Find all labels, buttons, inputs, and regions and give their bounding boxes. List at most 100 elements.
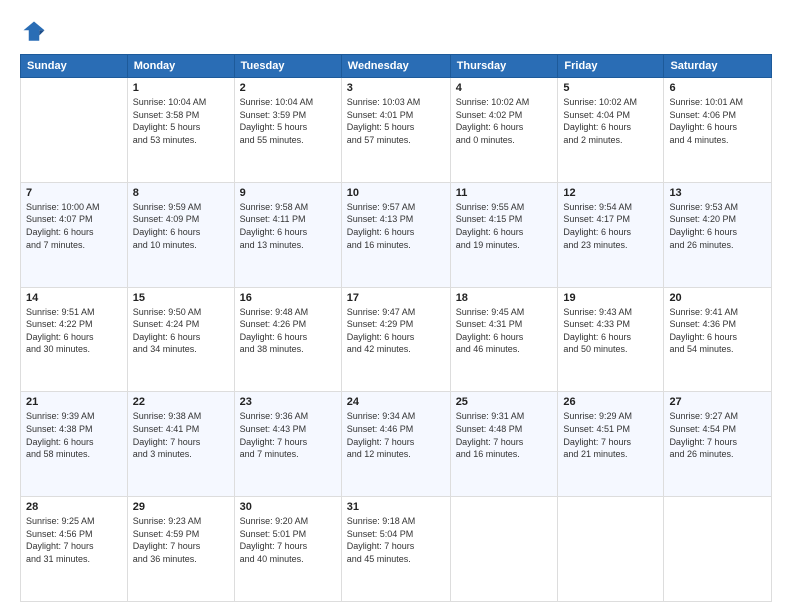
day-number: 14 (26, 292, 122, 304)
day-cell: 9 Sunrise: 9:58 AM Sunset: 4:11 PM Daylig… (234, 182, 341, 287)
day-number: 24 (347, 396, 445, 408)
day-number: 7 (26, 187, 122, 199)
day-number: 30 (240, 501, 336, 513)
day-info: Sunrise: 10:04 AM Sunset: 3:58 PM Daylig… (133, 96, 229, 146)
day-info: Sunrise: 9:47 AM Sunset: 4:29 PM Dayligh… (347, 306, 445, 356)
weekday-header-row: SundayMondayTuesdayWednesdayThursdayFrid… (21, 55, 772, 78)
day-cell: 28 Sunrise: 9:25 AM Sunset: 4:56 PM Dayli… (21, 497, 128, 602)
day-info: Sunrise: 9:53 AM Sunset: 4:20 PM Dayligh… (669, 201, 766, 251)
day-info: Sunrise: 10:04 AM Sunset: 3:59 PM Daylig… (240, 96, 336, 146)
day-number: 26 (563, 396, 658, 408)
day-info: Sunrise: 9:36 AM Sunset: 4:43 PM Dayligh… (240, 410, 336, 460)
day-info: Sunrise: 9:48 AM Sunset: 4:26 PM Dayligh… (240, 306, 336, 356)
day-info: Sunrise: 9:38 AM Sunset: 4:41 PM Dayligh… (133, 410, 229, 460)
day-number: 15 (133, 292, 229, 304)
week-row-5: 28 Sunrise: 9:25 AM Sunset: 4:56 PM Dayli… (21, 497, 772, 602)
day-info: Sunrise: 9:29 AM Sunset: 4:51 PM Dayligh… (563, 410, 658, 460)
calendar-page: SundayMondayTuesdayWednesdayThursdayFrid… (0, 0, 792, 612)
day-number: 22 (133, 396, 229, 408)
calendar-table: SundayMondayTuesdayWednesdayThursdayFrid… (20, 54, 772, 602)
day-info: Sunrise: 10:02 AM Sunset: 4:02 PM Daylig… (456, 96, 553, 146)
day-cell: 11 Sunrise: 9:55 AM Sunset: 4:15 PM Dayli… (450, 182, 558, 287)
day-cell: 3Sunrise: 10:03 AM Sunset: 4:01 PM Dayli… (341, 78, 450, 183)
day-number: 17 (347, 292, 445, 304)
day-cell: 2 Sunrise: 10:04 AM Sunset: 3:59 PM Dayli… (234, 78, 341, 183)
weekday-header-thursday: Thursday (450, 55, 558, 78)
day-cell: 4Sunrise: 10:02 AM Sunset: 4:02 PM Dayli… (450, 78, 558, 183)
week-row-1: 1 Sunrise: 10:04 AM Sunset: 3:58 PM Dayli… (21, 78, 772, 183)
day-info: Sunrise: 9:59 AM Sunset: 4:09 PM Dayligh… (133, 201, 229, 251)
day-number: 6 (669, 82, 766, 94)
day-cell: 8Sunrise: 9:59 AM Sunset: 4:09 PM Daylig… (127, 182, 234, 287)
day-number: 1 (133, 82, 229, 94)
day-number: 21 (26, 396, 122, 408)
weekday-header-friday: Friday (558, 55, 664, 78)
week-row-2: 7 Sunrise: 10:00 AM Sunset: 4:07 PM Dayli… (21, 182, 772, 287)
day-cell: 5Sunrise: 10:02 AM Sunset: 4:04 PM Dayli… (558, 78, 664, 183)
day-number: 2 (240, 82, 336, 94)
day-number: 20 (669, 292, 766, 304)
day-number: 16 (240, 292, 336, 304)
day-info: Sunrise: 10:00 AM Sunset: 4:07 PM Daylig… (26, 201, 122, 251)
day-info: Sunrise: 9:39 AM Sunset: 4:38 PM Dayligh… (26, 410, 122, 460)
day-info: Sunrise: 9:43 AM Sunset: 4:33 PM Dayligh… (563, 306, 658, 356)
day-number: 28 (26, 501, 122, 513)
day-cell: 22 Sunrise: 9:38 AM Sunset: 4:41 PM Dayli… (127, 392, 234, 497)
day-info: Sunrise: 9:34 AM Sunset: 4:46 PM Dayligh… (347, 410, 445, 460)
day-info: Sunrise: 9:20 AM Sunset: 5:01 PM Dayligh… (240, 515, 336, 565)
day-number: 11 (456, 187, 553, 199)
logo (20, 18, 52, 46)
day-cell: 14 Sunrise: 9:51 AM Sunset: 4:22 PM Dayli… (21, 287, 128, 392)
day-number: 3 (347, 82, 445, 94)
day-cell: 23 Sunrise: 9:36 AM Sunset: 4:43 PM Dayli… (234, 392, 341, 497)
day-cell: 24 Sunrise: 9:34 AM Sunset: 4:46 PM Dayli… (341, 392, 450, 497)
day-cell: 25Sunrise: 9:31 AM Sunset: 4:48 PM Dayli… (450, 392, 558, 497)
day-cell: 15 Sunrise: 9:50 AM Sunset: 4:24 PM Dayli… (127, 287, 234, 392)
day-number: 25 (456, 396, 553, 408)
day-info: Sunrise: 9:57 AM Sunset: 4:13 PM Dayligh… (347, 201, 445, 251)
day-cell: 27Sunrise: 9:27 AM Sunset: 4:54 PM Dayli… (664, 392, 772, 497)
weekday-header-monday: Monday (127, 55, 234, 78)
day-cell: 1 Sunrise: 10:04 AM Sunset: 3:58 PM Dayli… (127, 78, 234, 183)
day-number: 9 (240, 187, 336, 199)
day-info: Sunrise: 9:55 AM Sunset: 4:15 PM Dayligh… (456, 201, 553, 251)
day-info: Sunrise: 9:41 AM Sunset: 4:36 PM Dayligh… (669, 306, 766, 356)
day-info: Sunrise: 9:51 AM Sunset: 4:22 PM Dayligh… (26, 306, 122, 356)
day-info: Sunrise: 9:18 AM Sunset: 5:04 PM Dayligh… (347, 515, 445, 565)
weekday-header-sunday: Sunday (21, 55, 128, 78)
day-cell (21, 78, 128, 183)
day-cell (450, 497, 558, 602)
day-cell: 26 Sunrise: 9:29 AM Sunset: 4:51 PM Dayli… (558, 392, 664, 497)
weekday-header-wednesday: Wednesday (341, 55, 450, 78)
logo-icon (20, 18, 48, 46)
day-cell: 31Sunrise: 9:18 AM Sunset: 5:04 PM Dayli… (341, 497, 450, 602)
day-number: 27 (669, 396, 766, 408)
day-cell: 30 Sunrise: 9:20 AM Sunset: 5:01 PM Dayli… (234, 497, 341, 602)
day-info: Sunrise: 9:50 AM Sunset: 4:24 PM Dayligh… (133, 306, 229, 356)
week-row-3: 14 Sunrise: 9:51 AM Sunset: 4:22 PM Dayli… (21, 287, 772, 392)
day-number: 18 (456, 292, 553, 304)
day-cell: 18Sunrise: 9:45 AM Sunset: 4:31 PM Dayli… (450, 287, 558, 392)
day-cell: 12Sunrise: 9:54 AM Sunset: 4:17 PM Dayli… (558, 182, 664, 287)
day-number: 12 (563, 187, 658, 199)
day-info: Sunrise: 9:23 AM Sunset: 4:59 PM Dayligh… (133, 515, 229, 565)
day-cell: 13 Sunrise: 9:53 AM Sunset: 4:20 PM Dayli… (664, 182, 772, 287)
day-info: Sunrise: 10:01 AM Sunset: 4:06 PM Daylig… (669, 96, 766, 146)
day-number: 19 (563, 292, 658, 304)
week-row-4: 21 Sunrise: 9:39 AM Sunset: 4:38 PM Dayli… (21, 392, 772, 497)
day-cell: 19 Sunrise: 9:43 AM Sunset: 4:33 PM Dayli… (558, 287, 664, 392)
day-info: Sunrise: 9:25 AM Sunset: 4:56 PM Dayligh… (26, 515, 122, 565)
day-cell: 6 Sunrise: 10:01 AM Sunset: 4:06 PM Dayli… (664, 78, 772, 183)
day-cell: 7 Sunrise: 10:00 AM Sunset: 4:07 PM Dayli… (21, 182, 128, 287)
day-cell: 16 Sunrise: 9:48 AM Sunset: 4:26 PM Dayli… (234, 287, 341, 392)
day-number: 10 (347, 187, 445, 199)
day-number: 29 (133, 501, 229, 513)
day-cell: 17 Sunrise: 9:47 AM Sunset: 4:29 PM Dayli… (341, 287, 450, 392)
day-number: 23 (240, 396, 336, 408)
weekday-header-tuesday: Tuesday (234, 55, 341, 78)
day-info: Sunrise: 10:02 AM Sunset: 4:04 PM Daylig… (563, 96, 658, 146)
day-cell: 21 Sunrise: 9:39 AM Sunset: 4:38 PM Dayli… (21, 392, 128, 497)
day-number: 13 (669, 187, 766, 199)
day-cell: 20 Sunrise: 9:41 AM Sunset: 4:36 PM Dayli… (664, 287, 772, 392)
day-info: Sunrise: 9:58 AM Sunset: 4:11 PM Dayligh… (240, 201, 336, 251)
